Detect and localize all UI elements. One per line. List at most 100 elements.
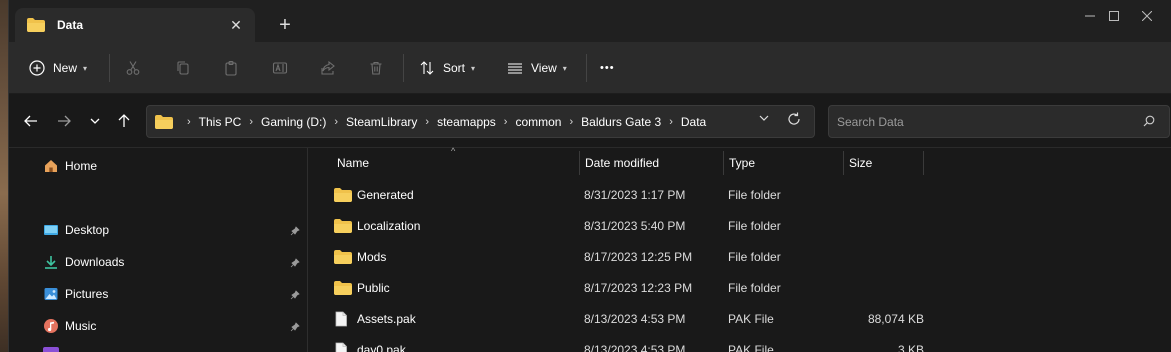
file-row[interactable]: day0.pak 8/13/2023 4:53 PM PAK File 3 KB — [318, 335, 924, 352]
back-button[interactable] — [19, 110, 43, 132]
chevron-down-icon: ▾ — [83, 63, 88, 73]
address-history-dropdown[interactable] — [759, 114, 769, 125]
arrow-up-icon — [118, 114, 130, 127]
paste-button[interactable] — [221, 54, 241, 82]
chevron-right-icon: › — [249, 115, 254, 128]
file-icon — [334, 342, 352, 352]
file-row[interactable]: Generated 8/31/2023 1:17 PM File folder — [318, 180, 918, 210]
search-input[interactable] — [837, 114, 1127, 129]
file-type: File folder — [728, 188, 781, 202]
file-icon — [334, 311, 352, 327]
sort-label: Sort — [443, 61, 466, 75]
breadcrumb-data[interactable]: Data — [681, 115, 706, 129]
breadcrumb-this-pc[interactable]: This PC — [199, 115, 242, 129]
file-row[interactable]: Assets.pak 8/13/2023 4:53 PM PAK File 88,07… — [318, 304, 924, 334]
file-row[interactable]: Public 8/17/2023 12:23 PM File folder — [318, 273, 918, 303]
file-date-modified: 8/31/2023 5:40 PM — [584, 219, 686, 233]
share-button[interactable] — [318, 54, 338, 82]
title-bar: Data ✕ + — [9, 0, 1171, 42]
file-type: File folder — [728, 250, 781, 264]
tab-data[interactable]: Data ✕ — [15, 8, 255, 42]
nav-item-desktop[interactable]: Desktop — [43, 219, 109, 241]
nav-item-pictures[interactable]: Pictures — [43, 283, 108, 305]
arrow-right-icon — [58, 115, 71, 127]
breadcrumb-steamlibrary[interactable]: SteamLibrary — [346, 115, 417, 129]
breadcrumb-common[interactable]: common — [515, 115, 561, 129]
more-options-button[interactable]: ••• — [600, 54, 615, 82]
column-divider[interactable] — [579, 151, 580, 175]
folder-icon — [334, 250, 352, 264]
file-name-cell: Assets.pak — [334, 304, 416, 334]
column-divider[interactable] — [923, 151, 924, 175]
search-box — [828, 105, 1170, 138]
file-name: Localization — [357, 219, 421, 233]
view-list-icon — [505, 58, 525, 78]
file-row[interactable]: Mods 8/17/2023 12:25 PM File folder — [318, 242, 918, 272]
column-divider[interactable] — [843, 151, 844, 175]
file-name-cell: Public — [334, 273, 390, 303]
plus-circle-icon — [27, 58, 47, 78]
file-name-cell: Localization — [334, 211, 420, 241]
file-row[interactable]: Localization 8/31/2023 5:40 PM File folder — [318, 211, 918, 241]
tab-close-button[interactable]: ✕ — [221, 13, 251, 37]
music-icon — [43, 318, 59, 334]
close-window-button[interactable] — [1124, 0, 1170, 32]
clipboard-icon — [221, 58, 241, 78]
breadcrumb-steamapps[interactable]: steamapps — [437, 115, 496, 129]
download-icon — [43, 254, 59, 270]
file-name: Mods — [357, 250, 387, 264]
nav-item-downloads[interactable]: Downloads — [43, 251, 124, 273]
trash-icon — [366, 58, 386, 78]
arrow-left-icon — [24, 115, 37, 127]
column-header-date-modified[interactable]: Date modified — [585, 148, 659, 178]
chevron-right-icon: › — [334, 115, 339, 128]
nav-item-music[interactable]: Music — [43, 315, 96, 337]
toolbar-divider — [109, 54, 110, 82]
nav-home-label: Home — [65, 159, 98, 173]
folder-icon — [334, 219, 352, 233]
breadcrumb-baldurs-gate-3[interactable]: Baldurs Gate 3 — [581, 115, 661, 129]
file-size: 3 KB — [897, 343, 924, 352]
column-divider[interactable] — [723, 151, 724, 175]
file-name: Generated — [357, 188, 414, 202]
pin-icon — [289, 321, 301, 333]
file-list: ^ Name Date modified Type Size Generated… — [308, 146, 1171, 352]
address-bar[interactable]: › This PC › Gaming (D:) › SteamLibrary ›… — [146, 105, 815, 138]
address-row: › This PC › Gaming (D:) › SteamLibrary ›… — [9, 94, 1171, 148]
file-name: Assets.pak — [357, 312, 416, 326]
file-type: File folder — [728, 281, 781, 295]
chevron-down-icon — [759, 115, 769, 121]
file-date-modified: 8/13/2023 4:53 PM — [584, 343, 686, 352]
column-header-size[interactable]: Size — [849, 148, 872, 178]
view-button[interactable]: View ▾ — [505, 54, 567, 82]
nav-item-home[interactable]: Home — [43, 155, 97, 177]
nav-desktop-label: Desktop — [65, 223, 110, 237]
column-header-name[interactable]: Name — [337, 148, 369, 178]
navigation-pane: Home Desktop Downloads Pictures Music — [9, 148, 307, 352]
up-button[interactable] — [112, 110, 136, 132]
tab-title: Data — [57, 18, 84, 32]
delete-button[interactable] — [366, 54, 386, 82]
recent-locations-button[interactable] — [83, 110, 107, 132]
folder-icon — [155, 114, 173, 129]
scissors-icon — [123, 58, 143, 78]
file-name-cell: Generated — [334, 180, 414, 210]
breadcrumb-gaming-drive[interactable]: Gaming (D:) — [261, 115, 326, 129]
copy-button[interactable] — [173, 54, 193, 82]
sort-button[interactable]: Sort ▾ — [417, 54, 475, 82]
nav-music-label: Music — [65, 319, 97, 333]
column-header-type[interactable]: Type — [729, 148, 755, 178]
new-tab-button[interactable]: + — [271, 12, 299, 38]
share-icon — [318, 58, 338, 78]
rename-button[interactable] — [270, 54, 290, 82]
file-name: day0.pak — [357, 343, 406, 352]
file-type: PAK File — [728, 312, 774, 326]
cut-button[interactable] — [123, 54, 143, 82]
forward-button[interactable] — [52, 110, 76, 132]
new-button[interactable]: New ▾ — [27, 54, 87, 82]
videos-icon — [43, 347, 59, 352]
chevron-right-icon: › — [187, 115, 191, 128]
search-icon[interactable] — [1143, 115, 1155, 130]
file-date-modified: 8/17/2023 12:23 PM — [584, 281, 693, 295]
refresh-button[interactable] — [787, 112, 801, 129]
